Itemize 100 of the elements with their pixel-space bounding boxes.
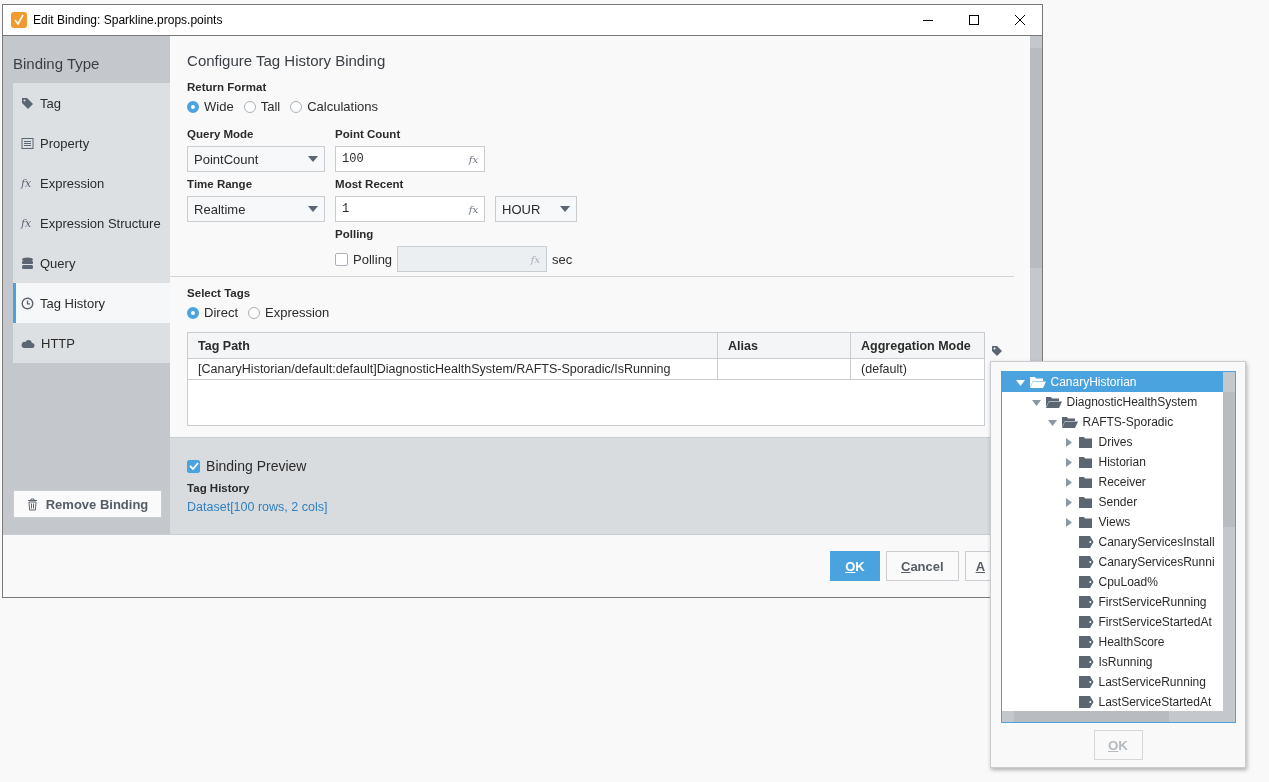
sidebar-item[interactable]: Query	[13, 243, 171, 283]
scroll-bar[interactable]	[1222, 372, 1235, 711]
sidebar-item[interactable]: Tag	[13, 83, 171, 123]
tree-item[interactable]: DiagnosticHealthSystem	[1001, 392, 1223, 412]
fx-icon: fx	[21, 216, 34, 230]
tag-icon	[21, 96, 34, 110]
caret-icon	[560, 206, 571, 212]
sidebar-item-label: Expression	[40, 175, 105, 191]
preview-label: Tag History	[187, 482, 250, 494]
tree-item[interactable]: FirstServiceRunning	[1001, 592, 1223, 612]
radio-button[interactable]	[187, 100, 200, 113]
checkbox[interactable]	[187, 459, 201, 473]
dialog-button[interactable]: Cancel	[886, 551, 959, 581]
tree-item[interactable]: LastServiceRunning	[1001, 672, 1223, 692]
sidebar-item[interactable]: HTTP	[13, 323, 171, 363]
tree-item[interactable]: LastServiceStartedAt	[1001, 692, 1223, 711]
unit-label: sec	[552, 251, 573, 267]
database-icon	[21, 256, 34, 270]
tree-item[interactable]: Receiver	[1001, 472, 1223, 492]
fx-icon[interactable]: fx	[468, 153, 479, 165]
field-label: Return Format	[187, 81, 268, 93]
sidebar-item-label: Query	[40, 255, 76, 271]
tree-item[interactable]: Sender	[1001, 492, 1223, 512]
tag-icon[interactable]	[991, 345, 1003, 357]
open-folder-icon	[1045, 396, 1062, 408]
folder-icon	[1077, 496, 1094, 508]
dropdown[interactable]: PointCount	[187, 146, 326, 172]
radio-label: Expression	[265, 305, 330, 320]
table-cell: [CanaryHistorian/default:default]DiagnosticHealthSystem/RAFTS-Sporadic/IsRunning	[188, 359, 719, 379]
tag-icon	[1077, 596, 1094, 608]
sidebar-item-label: HTTP	[41, 335, 75, 351]
tag-icon	[1077, 636, 1094, 648]
sidebar-item-label: Property	[40, 135, 90, 151]
sidebar-item-label: Tag	[40, 95, 61, 111]
field-label: Select Tags	[187, 287, 252, 299]
remove-binding-button[interactable]: Remove Binding	[13, 490, 162, 518]
window-title: Edit Binding: Sparkline.props.points	[33, 13, 223, 27]
tree-item[interactable]: CanaryServicesRunni	[1001, 552, 1223, 572]
tag-icon	[1077, 696, 1094, 708]
tag-icon	[1077, 576, 1094, 588]
fx-icon[interactable]: fx	[468, 203, 479, 215]
open-folder-icon	[1061, 416, 1078, 428]
sidebar-item-label: Tag History	[40, 295, 106, 311]
tree-item[interactable]: Drives	[1001, 432, 1223, 452]
radio-label: Wide	[204, 99, 234, 114]
tree-item[interactable]: CanaryServicesInstall	[1001, 532, 1223, 552]
list-icon	[21, 136, 34, 150]
checkbox-label: Binding Preview	[206, 458, 307, 474]
sidebar-item[interactable]: Property	[13, 123, 171, 163]
sidebar-item[interactable]: fx Expression	[13, 163, 171, 203]
caret-icon	[308, 156, 319, 162]
field-label: Polling	[335, 228, 375, 240]
column-header[interactable]: Aggregation Mode	[851, 333, 985, 358]
tree-item[interactable]: Views	[1001, 512, 1223, 532]
table-cell-text: (default)	[860, 361, 908, 378]
tree-item[interactable]: HealthScore	[1001, 632, 1223, 652]
field-label: Query Mode	[187, 128, 255, 140]
checkbox-label: Polling	[353, 251, 393, 267]
field-label: Time Range	[187, 178, 254, 190]
field-label: Point Count	[335, 128, 402, 140]
sidebar-item-label: Expression Structure	[40, 215, 161, 231]
radio-button[interactable]	[187, 306, 200, 319]
sidebar-item[interactable]: fx Expression Structure	[13, 203, 171, 243]
sidebar-heading: Binding Type	[12, 54, 101, 74]
trash-icon	[26, 497, 38, 511]
fx-icon: fx	[21, 176, 34, 190]
scroll-bar[interactable]	[1001, 711, 1235, 722]
sidebar-item[interactable]: Tag History	[13, 283, 171, 323]
input-field[interactable]: 100 fx	[335, 146, 486, 172]
tag-icon	[1077, 616, 1094, 628]
dropdown[interactable]: HOUR	[495, 196, 578, 222]
dropdown[interactable]: Realtime	[187, 196, 326, 222]
radio-label: Direct	[204, 305, 238, 320]
tree-item[interactable]: CpuLoad%	[1001, 572, 1223, 592]
tree-item[interactable]: IsRunning	[1001, 652, 1223, 672]
tag-icon	[1077, 556, 1094, 568]
tree-item[interactable]: RAFTS-Sporadic	[1001, 412, 1223, 432]
column-header[interactable]: Tag Path	[188, 333, 719, 358]
tree-item[interactable]: Historian	[1001, 452, 1223, 472]
section-heading: Configure Tag History Binding	[187, 52, 387, 69]
folder-icon	[1077, 436, 1094, 448]
radio-label: Tall	[260, 99, 281, 114]
checkmark-icon	[188, 462, 199, 470]
folder-icon	[1077, 476, 1094, 488]
column-header[interactable]: Alias	[718, 333, 852, 358]
radio-label: Calculations	[307, 99, 379, 114]
maximize-icon[interactable]	[968, 14, 980, 26]
radio-button[interactable]	[290, 100, 303, 113]
tag-icon	[1077, 656, 1094, 668]
input-field[interactable]: 1 fx	[335, 196, 486, 222]
folder-icon	[1077, 516, 1094, 528]
open-folder-icon	[1029, 376, 1046, 388]
tag-icon	[1077, 676, 1094, 688]
close-icon[interactable]	[1014, 14, 1026, 26]
radio-button[interactable]	[243, 100, 256, 113]
caret-icon	[308, 206, 319, 212]
field-label: Most Recent	[335, 178, 405, 190]
tree-item[interactable]: FirstServiceStartedAt	[1001, 612, 1223, 632]
radio-button[interactable]	[248, 306, 260, 319]
tag-icon	[1077, 536, 1094, 548]
